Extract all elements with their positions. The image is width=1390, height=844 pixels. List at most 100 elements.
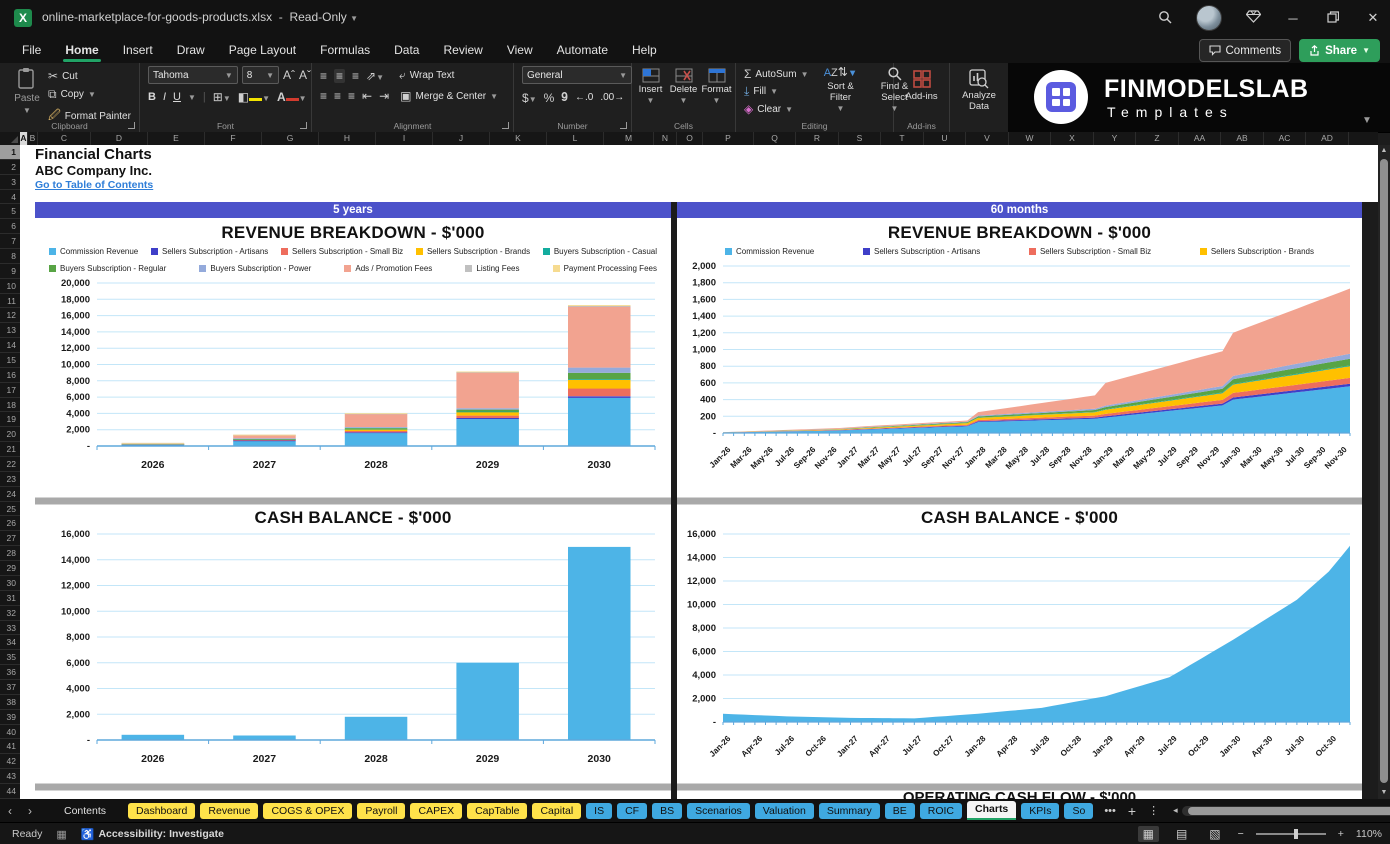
column-header-S[interactable]: S xyxy=(839,132,881,145)
align-bottom-icon[interactable]: ≡ xyxy=(352,69,359,83)
menu-tab-data[interactable]: Data xyxy=(384,39,429,61)
percent-style-button[interactable]: % xyxy=(544,91,555,105)
analyze-data-button[interactable]: Analyze Data xyxy=(950,69,1008,113)
menu-tab-home[interactable]: Home xyxy=(55,39,108,62)
row-header-39[interactable]: 39 xyxy=(0,710,20,725)
excel-app-icon[interactable]: X xyxy=(14,9,32,27)
sheet-tab-payroll[interactable]: Payroll xyxy=(357,802,406,819)
chart-cash-balance-annual[interactable]: CASH BALANCE - $'000 - 2,000 4,000 6,000 8,0… xyxy=(35,505,671,783)
column-header-A[interactable]: A xyxy=(20,132,28,145)
hscroll-left-arrow[interactable]: ◂ xyxy=(1173,805,1178,816)
align-left-icon[interactable]: ≡ xyxy=(320,89,327,103)
row-header-27[interactable]: 27 xyxy=(0,531,20,547)
hscroll-thumb[interactable] xyxy=(1187,806,1390,815)
horizontal-scrollbar[interactable]: ◂ ▸ xyxy=(1173,805,1390,816)
column-header-L[interactable]: L xyxy=(547,132,604,145)
row-header-2[interactable]: 2 xyxy=(0,160,20,175)
row-header-41[interactable]: 41 xyxy=(0,739,20,755)
font-family-select[interactable]: Tahoma ▼ xyxy=(148,66,238,84)
ribbon-collapse-chevron[interactable]: ▼ xyxy=(1362,115,1372,126)
sheet-tab-be[interactable]: BE xyxy=(884,802,915,819)
fill-button[interactable]: ⤓ Fill ▼ xyxy=(744,84,808,99)
zoom-level[interactable]: 110% xyxy=(1356,828,1382,840)
zoom-out-button[interactable]: − xyxy=(1238,828,1244,840)
accessibility-status[interactable]: Accessibility: Investigate xyxy=(98,828,223,840)
macro-record-icon[interactable]: ▦ xyxy=(56,828,66,841)
column-header-G[interactable]: G xyxy=(262,132,319,145)
share-button[interactable]: Share ▼ xyxy=(1299,39,1380,62)
sheet-tab-dashboard[interactable]: Dashboard xyxy=(128,802,196,819)
row-header-14[interactable]: 14 xyxy=(0,338,20,354)
add-sheet-button[interactable]: + xyxy=(1128,803,1136,819)
row-header-32[interactable]: 32 xyxy=(0,606,20,621)
merge-center-button[interactable]: ▣ Merge & Center ▼ xyxy=(400,89,498,103)
scroll-down-arrow[interactable]: ▼ xyxy=(1378,787,1390,799)
restore-button[interactable] xyxy=(1324,10,1342,26)
sheet-tab-cf[interactable]: CF xyxy=(617,802,648,819)
zoom-slider-thumb[interactable] xyxy=(1293,829,1298,839)
increase-decimal-button[interactable]: ←.0 xyxy=(575,92,593,103)
clear-button[interactable]: ◈ Clear ▼ xyxy=(744,102,808,116)
row-header-25[interactable]: 25 xyxy=(0,502,20,517)
decrease-decimal-button[interactable]: .00→ xyxy=(600,92,624,103)
number-format-select[interactable]: General ▼ xyxy=(522,66,632,84)
chart-cash-balance-monthly[interactable]: CASH BALANCE - $'000 - 2,000 4,000 6,000 8,0… xyxy=(677,505,1362,783)
row-header-30[interactable]: 30 xyxy=(0,576,20,591)
sheet-tab-capex[interactable]: CAPEX xyxy=(410,802,463,819)
insert-cells-button[interactable]: Insert ▼ xyxy=(635,68,666,105)
hscroll-track[interactable] xyxy=(1181,805,1390,816)
sheet-tab-summary[interactable]: Summary xyxy=(818,802,880,819)
number-dialog-launcher[interactable] xyxy=(620,122,627,129)
font-size-select[interactable]: 8 ▼ xyxy=(241,66,279,84)
row-header-4[interactable]: 4 xyxy=(0,190,20,205)
row-header-1[interactable]: 1 xyxy=(0,145,20,160)
row-header-9[interactable]: 9 xyxy=(0,264,20,279)
alignment-dialog-launcher[interactable] xyxy=(502,122,509,129)
tab-options-button[interactable]: ⋮ xyxy=(1148,804,1159,817)
row-header-10[interactable]: 10 xyxy=(0,279,20,294)
bold-button[interactable]: B xyxy=(148,91,156,103)
column-header-M[interactable]: M xyxy=(604,132,654,145)
read-only-label[interactable]: Read-Only xyxy=(289,10,346,24)
cut-button[interactable]: ✂ Cut xyxy=(48,69,131,83)
close-button[interactable]: ✕ xyxy=(1364,10,1382,26)
row-header-12[interactable]: 12 xyxy=(0,308,20,324)
column-header-Y[interactable]: Y xyxy=(1094,132,1136,145)
column-header-I[interactable]: I xyxy=(376,132,433,145)
row-header-42[interactable]: 42 xyxy=(0,754,20,770)
menu-tab-review[interactable]: Review xyxy=(433,39,492,61)
align-center-icon[interactable]: ≡ xyxy=(334,89,341,103)
avatar[interactable] xyxy=(1196,5,1222,31)
row-header-34[interactable]: 34 xyxy=(0,635,20,651)
column-header-N[interactable]: N xyxy=(654,132,677,145)
row-header-31[interactable]: 31 xyxy=(0,591,20,606)
sheet-tab-revenue[interactable]: Revenue xyxy=(200,802,259,819)
page-break-view-button[interactable]: ▧ xyxy=(1204,826,1225,842)
delete-cells-button[interactable]: Delete ▼ xyxy=(668,68,699,105)
row-header-24[interactable]: 24 xyxy=(0,487,20,502)
increase-indent-icon[interactable]: ⇥ xyxy=(379,89,389,103)
sheet-tab-is[interactable]: IS xyxy=(586,802,613,819)
autosum-button[interactable]: Σ AutoSum ▼ xyxy=(744,67,808,81)
sheet-tab-charts[interactable]: Charts xyxy=(967,801,1017,820)
row-header-23[interactable]: 23 xyxy=(0,472,20,487)
accounting-format-button[interactable]: $▼ xyxy=(522,91,537,105)
column-header-P[interactable]: P xyxy=(703,132,754,145)
sheet-tab-captable[interactable]: CapTable xyxy=(467,802,528,819)
normal-view-button[interactable]: ▦ xyxy=(1137,826,1159,842)
row-header-35[interactable]: 35 xyxy=(0,650,20,666)
fill-color-button[interactable]: ◧ ▼ xyxy=(238,90,270,104)
column-header-C[interactable]: C xyxy=(38,132,91,145)
sheet-tab-cogs-opex[interactable]: COGS & OPEX xyxy=(263,802,353,819)
row-header-20[interactable]: 20 xyxy=(0,427,20,443)
column-header-R[interactable]: R xyxy=(796,132,839,145)
column-header-AC[interactable]: AC xyxy=(1264,132,1306,145)
align-right-icon[interactable]: ≡ xyxy=(348,89,355,103)
sheet-tab-kpis[interactable]: KPIs xyxy=(1021,802,1060,819)
row-header-43[interactable]: 43 xyxy=(0,769,20,784)
column-header-K[interactable]: K xyxy=(490,132,547,145)
vertical-scroll-thumb[interactable] xyxy=(1380,159,1388,783)
align-middle-icon[interactable]: ≡ xyxy=(334,68,346,83)
zoom-in-button[interactable]: + xyxy=(1338,828,1344,840)
column-header-E[interactable]: E xyxy=(148,132,205,145)
